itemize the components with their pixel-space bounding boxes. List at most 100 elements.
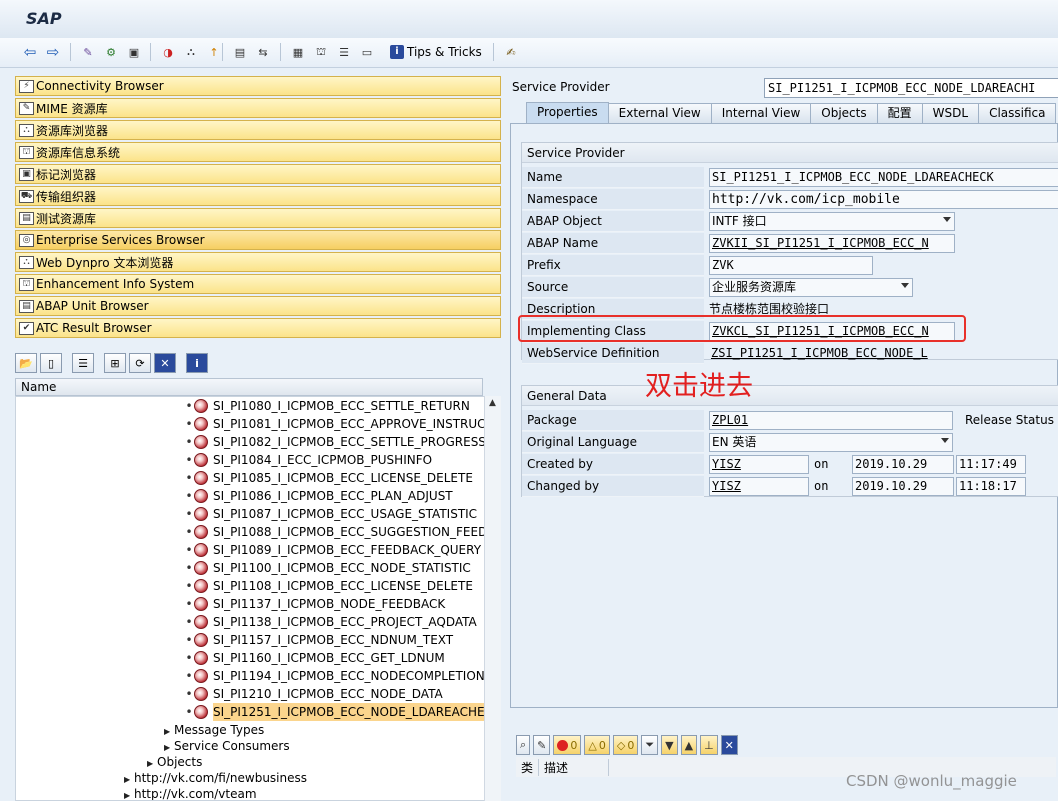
edit-pencil-icon[interactable]: ✎ (80, 44, 96, 60)
nav-atc-result-browser[interactable]: ✔ ATC Result Browser (15, 318, 501, 338)
tree-scrollbar[interactable]: ▲ (484, 396, 501, 801)
close-icon[interactable]: ✕ (154, 353, 176, 373)
nav-connectivity-browser[interactable]: ⚡ Connectivity Browser (15, 76, 501, 96)
tree-node[interactable]: • SI_PI1084_I_ECC_ICPMOB_PUSHINFO (184, 451, 432, 469)
pin-icon[interactable]: ⊥ (700, 735, 718, 755)
nav-transport-organizer[interactable]: ⛟ 传输组织器 (15, 186, 501, 206)
new-document-icon[interactable]: ▯ (40, 353, 62, 373)
tree-node[interactable]: • SI_PI1089_I_ICPMOB_ECC_FEEDBACK_QUERY (184, 541, 481, 559)
tree-structure-icon[interactable]: ⛫ (313, 44, 329, 60)
namespace-field[interactable]: http://vk.com/icp_mobile (709, 190, 1058, 209)
forward-arrow-icon[interactable]: ⇨ (45, 43, 61, 61)
tree-folder[interactable]: ▶ http://vk.com/vteam (124, 785, 257, 800)
tab-objects[interactable]: Objects (810, 103, 878, 123)
tree-node[interactable]: • SI_PI1160_I_ICPMOB_ECC_GET_LDNUM (184, 649, 445, 667)
nav-abap-unit-browser[interactable]: ▤ ABAP Unit Browser (15, 296, 501, 316)
tree-node[interactable]: • SI_PI1082_I_ICPMOB_ECC_SETTLE_PROGRESS (184, 433, 486, 451)
tree-node[interactable]: • SI_PI1138_I_ICPMOB_ECC_PROJECT_AQDATA (184, 613, 477, 631)
nav-tag-browser[interactable]: ▣ 标记浏览器 (15, 164, 501, 184)
scroll-up-icon[interactable]: ▲ (489, 398, 496, 408)
tab-properties[interactable]: Properties (526, 102, 609, 124)
tab-classification[interactable]: Classifica (978, 103, 1057, 123)
tab-external-view[interactable]: External View (607, 103, 712, 123)
package-field[interactable]: ZPL01 (709, 411, 953, 430)
nav-mime-repository[interactable]: ✎ MIME 资源库 (15, 98, 501, 118)
tree-node[interactable]: • SI_PI1157_I_ICPMOB_ECC_NDNUM_TEXT (184, 631, 453, 649)
name-field[interactable]: SI_PI1251_I_ICPMOB_ECC_NODE_LDAREACHECK (709, 168, 1058, 187)
service-provider-name-field[interactable]: SI_PI1251_I_ICPMOB_ECC_NODE_LDAREACHI (764, 78, 1058, 98)
tree-node[interactable]: • SI_PI1085_I_ICPMOB_ECC_LICENSE_DELETE (184, 469, 473, 487)
service-interface-icon (194, 633, 208, 647)
display-object-list-icon[interactable]: ▤ (232, 44, 248, 60)
source-select[interactable]: 企业服务资源库 (709, 278, 913, 297)
sort-down-icon[interactable]: ▼ (661, 735, 678, 755)
tree-node[interactable]: • SI_PI1100_I_ICPMOB_ECC_NODE_STATISTIC (184, 559, 471, 577)
webservice-definition-link[interactable]: ZSI_PI1251_I_ICPMOB_ECC_NODE_L (711, 344, 928, 363)
tree-node[interactable]: • SI_PI1081_I_ICPMOB_ECC_APPROVE_INSTRUCT (184, 415, 493, 433)
changed-date-field[interactable]: 2019.10.29 (852, 477, 954, 496)
tree-node[interactable]: • SI_PI1108_I_ICPMOB_ECC_LICENSE_DELETE (184, 577, 473, 595)
tree-node-label: SI_PI1137_I_ICPMOB_NODE_FEEDBACK (213, 597, 446, 611)
tree-node[interactable]: • SI_PI1087_I_ICPMOB_ECC_USAGE_STATISTIC (184, 505, 477, 523)
error-filter-button[interactable]: 0 (553, 735, 582, 755)
back-arrow-icon[interactable]: ⇦ (22, 43, 38, 61)
nav-repository-browser[interactable]: ⛬ 资源库浏览器 (15, 120, 501, 140)
tree-node[interactable]: • SI_PI1210_I_ICPMOB_ECC_NODE_DATA (184, 685, 443, 703)
col-description[interactable]: 描述 (539, 758, 610, 776)
nav-enhancement-info-system[interactable]: ⛫ Enhancement Info System (15, 274, 501, 294)
test-icon: ▤ (19, 211, 34, 225)
window-icon[interactable]: ▭ (359, 44, 375, 60)
tree-node[interactable]: • SI_PI1080_I_ICPMOB_ECC_SETTLE_RETURN (184, 397, 470, 415)
edit-pencil-icon[interactable]: ✎ (533, 735, 551, 755)
local-object-icon[interactable]: ▦ (290, 44, 306, 60)
open-folder-icon[interactable]: 📂 (15, 353, 37, 373)
hierarchy-icon[interactable]: ⛬ (183, 44, 199, 60)
warning-filter-button[interactable]: △ 0 (584, 735, 610, 755)
list-icon[interactable]: ☰ (72, 353, 94, 373)
tab-configuration[interactable]: 配置 (876, 103, 923, 123)
col-type[interactable]: 类 (516, 758, 540, 776)
sort-up-icon[interactable]: ▲ (680, 735, 698, 755)
edit-document-icon[interactable]: ✍ (503, 44, 519, 60)
refresh-icon[interactable]: ⟳ (129, 353, 151, 373)
tab-internal-view[interactable]: Internal View (710, 103, 812, 123)
nav-web-dynpro-text-browser[interactable]: ⛬ Web Dynpro 文本浏览器 (15, 252, 501, 272)
error-count: 0 (570, 738, 578, 752)
nav-test-repository[interactable]: ▤ 测试资源库 (15, 208, 501, 228)
created-time-field[interactable]: 11:17:49 (956, 455, 1026, 474)
check-icon[interactable]: ▣ (126, 44, 142, 60)
created-by-field[interactable]: YISZ (709, 455, 809, 474)
tab-wsdl[interactable]: WSDL (921, 103, 980, 123)
info-icon[interactable]: i (186, 353, 208, 373)
glasses-icon[interactable]: ⌕ (516, 735, 531, 755)
tree-node[interactable]: • SI_PI1088_I_ICPMOB_ECC_SUGGESTION_FEEDE (184, 523, 495, 541)
tree-column-header[interactable]: Name (15, 378, 483, 396)
original-language-select[interactable]: EN 英语 (709, 433, 953, 452)
filter-icon[interactable]: ⏷ (641, 735, 659, 755)
changed-time-field[interactable]: 11:18:17 (956, 477, 1026, 496)
expand-all-icon[interactable]: ⊞ (104, 353, 126, 373)
where-used-icon[interactable]: ◑ (160, 44, 176, 60)
tree-node-selected[interactable]: • SI_PI1251_I_ICPMOB_ECC_NODE_LDAREACHECI (184, 703, 497, 721)
tree-node[interactable]: • SI_PI1194_I_ICPMOB_ECC_NODECOMPLETION_ (184, 667, 491, 685)
tree-node-label: SI_PI1086_I_ICPMOB_ECC_PLAN_ADJUST (213, 489, 453, 503)
abap-name-field[interactable]: ZVKII_SI_PI1251_I_ICPMOB_ECC_N (709, 234, 955, 253)
changed-by-field[interactable]: YISZ (709, 477, 809, 496)
tree-node[interactable]: • SI_PI1137_I_ICPMOB_NODE_FEEDBACK (184, 595, 445, 613)
activate-icon[interactable]: ⚙ (103, 44, 119, 60)
nav-label: Connectivity Browser (36, 79, 164, 93)
nav-repository-info-system[interactable]: ⛫ 资源库信息系统 (15, 142, 501, 162)
prefix-field[interactable]: ZVK (709, 256, 873, 275)
navigation-icon[interactable]: ⇆ (255, 44, 271, 60)
abap-object-select[interactable]: INTF 接口 (709, 212, 955, 231)
up-arrow-icon[interactable]: ↑ (206, 44, 222, 60)
unit-icon: ▤ (19, 299, 34, 313)
close-icon[interactable]: ✕ (720, 735, 738, 755)
info-filter-button[interactable]: ◇ 0 (612, 735, 639, 755)
stack-icon[interactable]: ☰ (336, 44, 352, 60)
nav-enterprise-services-browser[interactable]: ◎ Enterprise Services Browser (15, 230, 501, 250)
created-date-field[interactable]: 2019.10.29 (852, 455, 954, 474)
tree-node[interactable]: • SI_PI1086_I_ICPMOB_ECC_PLAN_ADJUST (184, 487, 453, 505)
tree-node-label: SI_PI1089_I_ICPMOB_ECC_FEEDBACK_QUERY (213, 543, 482, 557)
tips-and-tricks-button[interactable]: i Tips & Tricks (390, 45, 482, 59)
